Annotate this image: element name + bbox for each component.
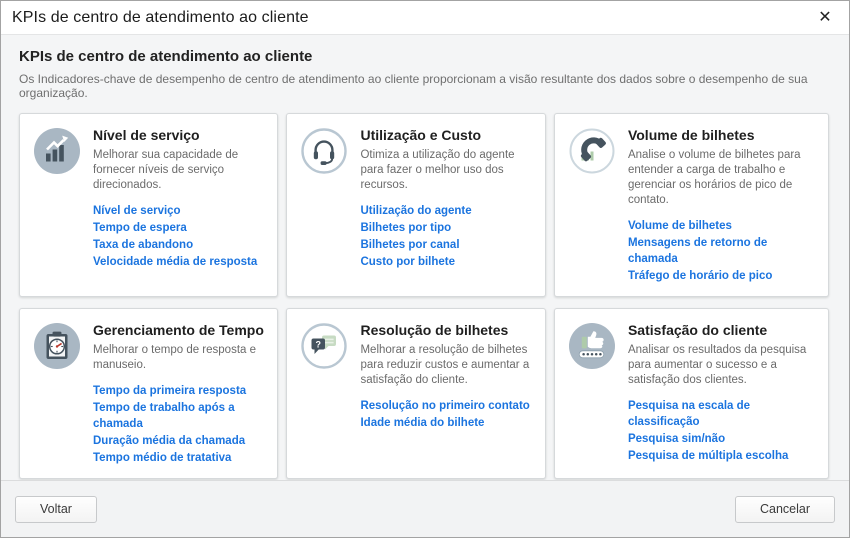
kpi-link[interactable]: Volume de bilhetes — [628, 218, 818, 234]
card-links: Pesquisa na escala de classificação Pesq… — [628, 398, 818, 464]
card-description: Melhorar o tempo de resposta e manuseio. — [93, 343, 267, 373]
kpi-link[interactable]: Bilhetes por canal — [360, 237, 534, 253]
dialog-title: KPIs de centro de atendimento ao cliente — [12, 9, 309, 27]
thumbs-up-rating-icon — [569, 323, 615, 369]
card-customer-satisfaction: Satisfação do cliente Analisar os result… — [554, 308, 829, 479]
kpi-link[interactable]: Tempo da primeira resposta — [93, 383, 267, 399]
kpi-link[interactable]: Nível de serviço — [93, 203, 267, 219]
kpi-dialog-window: KPIs de centro de atendimento ao cliente… — [0, 0, 850, 538]
kpi-link[interactable]: Bilhetes por tipo — [360, 220, 534, 236]
card-description: Otimiza a utilização do agente para faze… — [360, 148, 534, 193]
back-button[interactable]: Voltar — [15, 496, 97, 523]
card-title: Volume de bilhetes — [628, 126, 818, 143]
kpi-link[interactable]: Tempo de espera — [93, 220, 267, 236]
kpi-link[interactable]: Custo por bilhete — [360, 254, 534, 270]
card-utilization-cost: Utilização e Custo Otimiza a utilização … — [286, 113, 545, 297]
card-description: Melhorar a resolução de bilhetes para re… — [360, 343, 534, 388]
chat-question-icon: ? — [301, 323, 347, 369]
kpi-link[interactable]: Idade média do bilhete — [360, 415, 534, 431]
dialog-footer: Voltar Cancelar — [1, 480, 849, 537]
card-title: Resolução de bilhetes — [360, 321, 534, 338]
svg-text:?: ? — [316, 339, 322, 349]
page-subtitle: Os Indicadores-chave de desempenho de ce… — [19, 72, 829, 100]
close-icon[interactable]: ✕ — [813, 6, 837, 30]
kpi-link[interactable]: Resolução no primeiro contato — [360, 398, 534, 414]
kpi-card-grid: Nível de serviço Melhorar sua capacidade… — [19, 113, 829, 479]
card-links: Nível de serviço Tempo de espera Taxa de… — [93, 203, 267, 270]
growth-bar-chart-icon — [34, 128, 80, 174]
kpi-link[interactable]: Tempo de trabalho após a chamada — [93, 400, 267, 432]
card-service-level: Nível de serviço Melhorar sua capacidade… — [19, 113, 278, 297]
headset-icon — [301, 128, 347, 174]
card-links: Utilização do agente Bilhetes por tipo B… — [360, 203, 534, 270]
kpi-link[interactable]: Velocidade média de resposta — [93, 254, 267, 270]
dialog-titlebar: KPIs de centro de atendimento ao cliente… — [1, 1, 849, 35]
kpi-link[interactable]: Tempo médio de tratativa — [93, 450, 267, 466]
card-description: Melhorar sua capacidade de fornecer níve… — [93, 148, 267, 193]
stopwatch-clipboard-icon — [34, 323, 80, 369]
card-links: Resolução no primeiro contato Idade médi… — [360, 398, 534, 431]
kpi-link[interactable]: Pesquisa na escala de classificação — [628, 398, 818, 430]
kpi-link[interactable]: Tráfego de horário de pico — [628, 268, 818, 284]
card-title: Gerenciamento de Tempo — [93, 321, 267, 338]
card-description: Analisar os resultados da pesquisa para … — [628, 343, 818, 388]
kpi-link[interactable]: Pesquisa sim/não — [628, 431, 818, 447]
card-title: Utilização e Custo — [360, 126, 534, 143]
kpi-link[interactable]: Mensagens de retorno de chamada — [628, 235, 818, 267]
card-title: Nível de serviço — [93, 126, 267, 143]
kpi-link[interactable]: Pesquisa de múltipla escolha — [628, 448, 818, 464]
kpi-link[interactable]: Duração média da chamada — [93, 433, 267, 449]
page-title: KPIs de centro de atendimento ao cliente — [19, 48, 829, 65]
kpi-link[interactable]: Utilização do agente — [360, 203, 534, 219]
kpi-link[interactable]: Taxa de abandono — [93, 237, 267, 253]
card-title: Satisfação do cliente — [628, 321, 818, 338]
card-links: Volume de bilhetes Mensagens de retorno … — [628, 218, 818, 284]
card-time-management: Gerenciamento de Tempo Melhorar o tempo … — [19, 308, 278, 479]
card-links: Tempo da primeira resposta Tempo de trab… — [93, 383, 267, 466]
phone-volume-icon — [569, 128, 615, 174]
cancel-button[interactable]: Cancelar — [735, 496, 835, 523]
card-ticket-resolution: ? Resolução de bilhetes Melhorar a resol… — [286, 308, 545, 479]
dialog-content: KPIs de centro de atendimento ao cliente… — [1, 35, 849, 480]
card-description: Analise o volume de bilhetes para entend… — [628, 148, 818, 208]
card-ticket-volume: Volume de bilhetes Analise o volume de b… — [554, 113, 829, 297]
